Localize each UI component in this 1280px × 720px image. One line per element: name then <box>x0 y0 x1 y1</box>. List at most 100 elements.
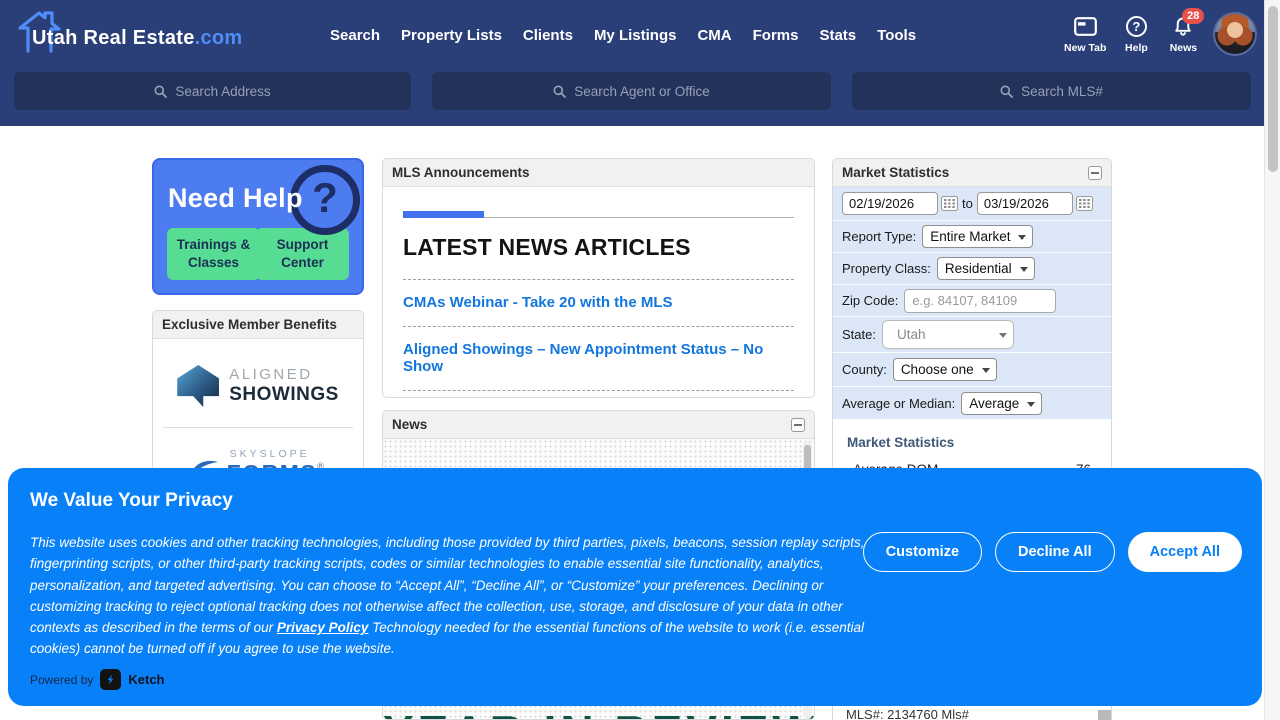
trainings-classes-button[interactable]: Trainings & Classes <box>167 228 260 280</box>
ketch-brand-label: Ketch <box>128 672 164 687</box>
date-to-input[interactable]: 03/19/2026 <box>977 192 1073 215</box>
nav-property-lists[interactable]: Property Lists <box>401 27 502 44</box>
market-stats-header: Market Statistics <box>833 159 1111 187</box>
help-question-glyph: ? <box>1132 19 1140 34</box>
news-button[interactable]: 28 News <box>1166 14 1200 54</box>
decline-all-button[interactable]: Decline All <box>995 532 1115 572</box>
partial-mls-number-text: MLS#: 2134760 Mls# <box>846 707 969 720</box>
logo-text: Utah Real Estate.com <box>32 27 243 50</box>
carousel-progress <box>403 211 794 218</box>
market-stats-form: 02/19/2026 to 03/19/2026 Report Type: En… <box>833 187 1111 419</box>
help-icon: ? <box>1126 14 1147 38</box>
article-link-cmas-webinar[interactable]: CMAs Webinar - Take 20 with the MLS <box>403 294 794 311</box>
powered-by-label: Powered by <box>30 673 93 687</box>
privacy-banner-title: We Value Your Privacy <box>30 490 233 512</box>
address-search-placeholder: Search Address <box>175 84 270 99</box>
aligned-showings-logo[interactable]: ALIGNED SHOWINGS <box>153 365 363 407</box>
accept-all-button[interactable]: Accept All <box>1128 532 1242 572</box>
powered-by-ketch[interactable]: Powered by Ketch <box>30 669 165 690</box>
chevron-down-icon <box>999 333 1007 338</box>
property-class-label: Property Class: <box>842 261 931 276</box>
aligned-showings-icon <box>177 365 219 407</box>
new-tab-label: New Tab <box>1064 42 1106 54</box>
chevron-down-icon <box>1027 402 1035 407</box>
county-label: County: <box>842 362 887 377</box>
collapse-icon[interactable] <box>1088 166 1102 180</box>
main-nav: Search Property Lists Clients My Listing… <box>330 27 916 44</box>
header-actions: New Tab ? Help 28 News <box>1064 14 1257 56</box>
latest-news-heading: LATEST NEWS ARTICLES <box>403 234 794 261</box>
mls-search-input[interactable]: Search MLS# <box>852 72 1251 110</box>
county-select[interactable]: Choose one <box>893 358 997 381</box>
property-class-select[interactable]: Residential <box>937 257 1035 280</box>
news-label: News <box>1170 42 1197 54</box>
user-avatar[interactable] <box>1213 12 1257 56</box>
nav-forms[interactable]: Forms <box>753 27 799 44</box>
bell-icon: 28 <box>1173 14 1193 38</box>
report-type-label: Report Type: <box>842 229 916 244</box>
cookie-banner-buttons: Customize Decline All Accept All <box>863 532 1242 572</box>
help-button[interactable]: ? Help <box>1119 14 1153 54</box>
app-window: Utah Real Estate.com Search Property Lis… <box>0 0 1280 720</box>
report-type-value: Entire Market <box>930 229 1010 244</box>
cookie-consent-banner: We Value Your Privacy This website uses … <box>8 468 1262 706</box>
need-help-card: Need Help ? Trainings & Classes Support … <box>152 158 364 295</box>
new-tab-button[interactable]: New Tab <box>1064 14 1106 54</box>
top-navigation-bar: Utah Real Estate.com Search Property Lis… <box>0 0 1264 126</box>
carousel-progress-fill <box>403 211 484 218</box>
nav-cma[interactable]: CMA <box>697 27 731 44</box>
date-range-to-label: to <box>962 196 973 211</box>
date-from-input[interactable]: 02/19/2026 <box>842 192 938 215</box>
chevron-down-icon <box>1020 267 1028 272</box>
nav-search[interactable]: Search <box>330 27 380 44</box>
market-stats-title: Market Statistics <box>842 165 949 180</box>
page-scrollbar-thumb[interactable] <box>1268 6 1278 172</box>
mls-announcements-panel: MLS Announcements LATEST NEWS ARTICLES C… <box>382 158 815 398</box>
nav-stats[interactable]: Stats <box>819 27 856 44</box>
calendar-icon[interactable] <box>1076 196 1093 211</box>
agent-search-placeholder: Search Agent or Office <box>574 84 710 99</box>
announcements-title: MLS Announcements <box>392 165 530 180</box>
news-count-badge: 28 <box>1182 8 1204 24</box>
privacy-banner-text: This website uses cookies and other trac… <box>30 532 882 660</box>
privacy-policy-link[interactable]: Privacy Policy <box>277 620 369 635</box>
benefits-header: Exclusive Member Benefits <box>153 311 363 339</box>
chevron-down-icon <box>1018 235 1026 240</box>
news-header: News <box>383 411 814 439</box>
skyslope-logo-line1: SKYSLOPE <box>230 448 310 460</box>
property-class-value: Residential <box>945 261 1012 276</box>
nav-tools[interactable]: Tools <box>877 27 916 44</box>
dashed-divider <box>403 326 794 327</box>
help-label: Help <box>1125 42 1148 54</box>
page-scrollbar <box>1264 0 1280 720</box>
search-icon <box>553 85 566 98</box>
news-cutoff-heading: YEAR IN REVIEW <box>383 705 804 720</box>
calendar-icon[interactable] <box>941 196 958 211</box>
dashed-divider <box>403 390 794 391</box>
average-or-median-select[interactable]: Average <box>961 392 1042 415</box>
zip-code-label: Zip Code: <box>842 293 898 308</box>
address-search-input[interactable]: Search Address <box>14 72 411 110</box>
agent-search-input[interactable]: Search Agent or Office <box>432 72 831 110</box>
site-logo[interactable]: Utah Real Estate.com <box>14 8 243 54</box>
report-type-select[interactable]: Entire Market <box>922 225 1033 248</box>
average-or-median-value: Average <box>969 396 1019 411</box>
aligned-logo-line1: ALIGNED <box>229 366 339 383</box>
support-center-button[interactable]: Support Center <box>256 228 349 280</box>
announcements-header: MLS Announcements <box>383 159 814 187</box>
logo-suffix: .com <box>195 27 243 49</box>
dashed-divider <box>403 279 794 280</box>
search-icon <box>154 85 167 98</box>
zip-code-input[interactable]: e.g. 84107, 84109 <box>904 289 1056 313</box>
article-link-aligned-showings[interactable]: Aligned Showings – New Appointment Statu… <box>403 341 794 375</box>
state-label: State: <box>842 327 876 342</box>
nav-clients[interactable]: Clients <box>523 27 573 44</box>
average-or-median-label: Average or Median: <box>842 396 955 411</box>
state-select[interactable]: Utah <box>882 320 1014 349</box>
logo-main: Utah Real Estate <box>32 27 195 49</box>
nav-my-listings[interactable]: My Listings <box>594 27 677 44</box>
collapse-icon[interactable] <box>791 418 805 432</box>
new-tab-icon <box>1074 14 1097 38</box>
customize-button[interactable]: Customize <box>863 532 982 572</box>
chevron-down-icon <box>982 368 990 373</box>
